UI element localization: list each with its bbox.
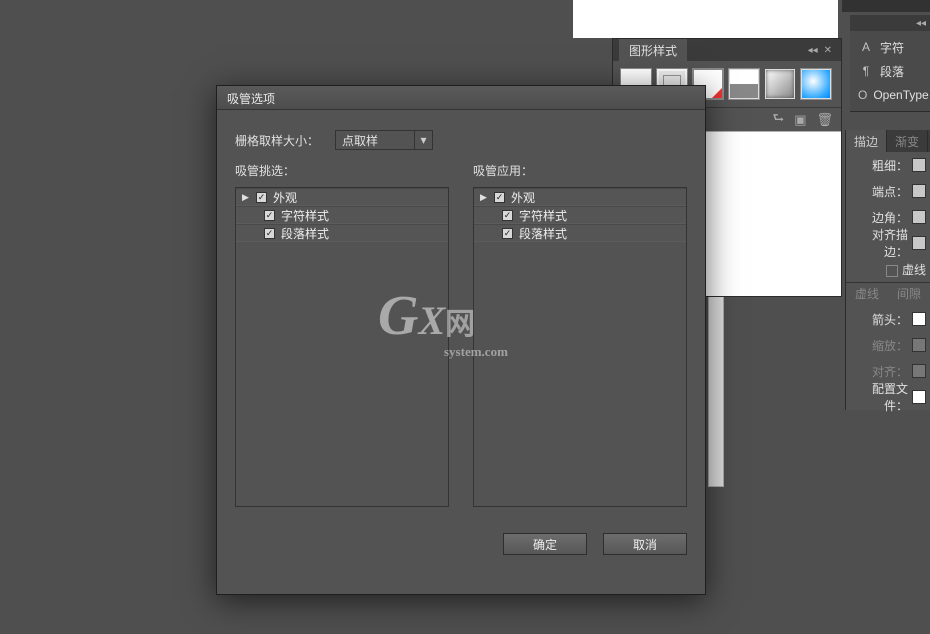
label-raster-sample-size: 栅格取样大小： bbox=[235, 132, 335, 149]
tree-row-appearance[interactable]: ▶ 外观 bbox=[474, 188, 686, 206]
opentype-icon: O bbox=[858, 88, 867, 102]
eyedropper-options-dialog: 吸管选项 栅格取样大小： 点取样 ▾ 吸管挑选： ▶ 外观 bbox=[216, 85, 706, 595]
close-icon[interactable]: ✕ bbox=[821, 45, 835, 56]
panel-button-label: 段落 bbox=[880, 63, 904, 80]
tree-row-char-style[interactable]: 字符样式 bbox=[236, 206, 448, 224]
style-swatch-6[interactable] bbox=[801, 69, 831, 99]
style-swatch-5[interactable] bbox=[765, 69, 795, 99]
scale-control bbox=[912, 338, 926, 352]
tree-label: 段落样式 bbox=[519, 225, 567, 242]
dashed-checkbox[interactable] bbox=[886, 265, 898, 277]
tree-label: 外观 bbox=[273, 189, 297, 206]
tab-gradient[interactable]: 渐变 bbox=[887, 130, 928, 152]
label-corner: 边角： bbox=[850, 209, 912, 226]
tab-stroke[interactable]: 描边 bbox=[846, 130, 887, 152]
arrow-control[interactable] bbox=[912, 312, 926, 326]
label-eyedropper-picks: 吸管挑选： bbox=[235, 162, 449, 179]
panel-button-label: 字符 bbox=[880, 39, 904, 56]
label-eyedropper-applies: 吸管应用： bbox=[473, 162, 687, 179]
collapse-icon[interactable]: ◂◂ bbox=[916, 18, 926, 29]
tree-label: 字符样式 bbox=[281, 207, 329, 224]
label-cap: 端点： bbox=[850, 183, 912, 200]
picks-tree: ▶ 外观 字符样式 段落样式 bbox=[235, 187, 449, 507]
collapse-icon[interactable]: ◂◂ bbox=[805, 45, 821, 56]
checkbox-para-style[interactable] bbox=[502, 228, 513, 239]
right-panel-tabs: ◂◂ A 字符 ¶ 段落 O OpenType bbox=[850, 15, 930, 112]
panel-dock-header: ◂◂ bbox=[850, 15, 930, 31]
checkbox-char-style[interactable] bbox=[264, 210, 275, 221]
corner-control[interactable] bbox=[912, 210, 926, 224]
trash-icon[interactable]: 🗑 bbox=[816, 112, 833, 128]
expand-icon[interactable]: ▶ bbox=[480, 192, 490, 203]
panel-header[interactable]: 图形样式 ◂◂ ✕ bbox=[613, 39, 841, 61]
dropdown-value: 点取样 bbox=[336, 132, 414, 149]
app-top-bar-fragment bbox=[842, 0, 930, 12]
dash-gap-labels: 虚线 间隙 bbox=[846, 282, 930, 306]
tree-label: 段落样式 bbox=[281, 225, 329, 242]
label-dash: 虚线 bbox=[846, 283, 888, 306]
expand-icon[interactable]: ▶ bbox=[242, 192, 252, 203]
label-dashed: 虚线 bbox=[902, 261, 926, 278]
character-icon: A bbox=[858, 40, 874, 54]
label-align-arrow: 对齐： bbox=[850, 363, 912, 380]
align-arrow-control bbox=[912, 364, 926, 378]
checkbox-appearance[interactable] bbox=[494, 192, 505, 203]
tree-label: 字符样式 bbox=[519, 207, 567, 224]
tree-row-appearance[interactable]: ▶ 外观 bbox=[236, 188, 448, 206]
new-style-icon[interactable]: ▣ bbox=[794, 112, 806, 128]
panel-tab-graphic-styles[interactable]: 图形样式 bbox=[619, 39, 687, 62]
label-profile: 配置文件： bbox=[850, 380, 912, 414]
label-weight: 粗细： bbox=[850, 157, 912, 174]
cancel-button[interactable]: 取消 bbox=[603, 533, 687, 555]
label-gap: 间隙 bbox=[888, 283, 930, 306]
style-swatch-4[interactable] bbox=[729, 69, 759, 99]
checkbox-para-style[interactable] bbox=[264, 228, 275, 239]
panel-button-label: OpenType bbox=[873, 88, 928, 102]
panel-button-paragraph[interactable]: ¶ 段落 bbox=[850, 59, 930, 83]
dialog-title[interactable]: 吸管选项 bbox=[217, 86, 705, 110]
panel-button-opentype[interactable]: O OpenType bbox=[850, 83, 930, 107]
profile-control[interactable] bbox=[912, 390, 926, 404]
panel-button-character[interactable]: A 字符 bbox=[850, 35, 930, 59]
tree-row-char-style[interactable]: 字符样式 bbox=[474, 206, 686, 224]
label-align-stroke: 对齐描边： bbox=[850, 226, 912, 260]
label-arrow: 箭头： bbox=[850, 311, 912, 328]
document-canvas-edge bbox=[573, 0, 838, 38]
tree-row-para-style[interactable]: 段落样式 bbox=[236, 224, 448, 242]
cap-control[interactable] bbox=[912, 184, 926, 198]
label-scale: 缩放： bbox=[850, 337, 912, 354]
applies-tree: ▶ 外观 字符样式 段落样式 bbox=[473, 187, 687, 507]
paragraph-icon: ¶ bbox=[858, 64, 874, 78]
weight-control[interactable] bbox=[912, 158, 926, 172]
raster-sample-dropdown[interactable]: 点取样 ▾ bbox=[335, 130, 433, 150]
ok-button[interactable]: 确定 bbox=[503, 533, 587, 555]
checkbox-char-style[interactable] bbox=[502, 210, 513, 221]
break-link-icon[interactable]: ⮑ bbox=[772, 109, 784, 131]
stroke-panel: 描边 渐变 粗细： 端点： 边角： 对齐描边： 虚线 虚线 间隙 箭头： 缩放：… bbox=[845, 130, 930, 410]
tree-row-para-style[interactable]: 段落样式 bbox=[474, 224, 686, 242]
tree-label: 外观 bbox=[511, 189, 535, 206]
checkbox-appearance[interactable] bbox=[256, 192, 267, 203]
align-stroke-control[interactable] bbox=[912, 236, 926, 250]
chevron-down-icon: ▾ bbox=[414, 131, 432, 149]
